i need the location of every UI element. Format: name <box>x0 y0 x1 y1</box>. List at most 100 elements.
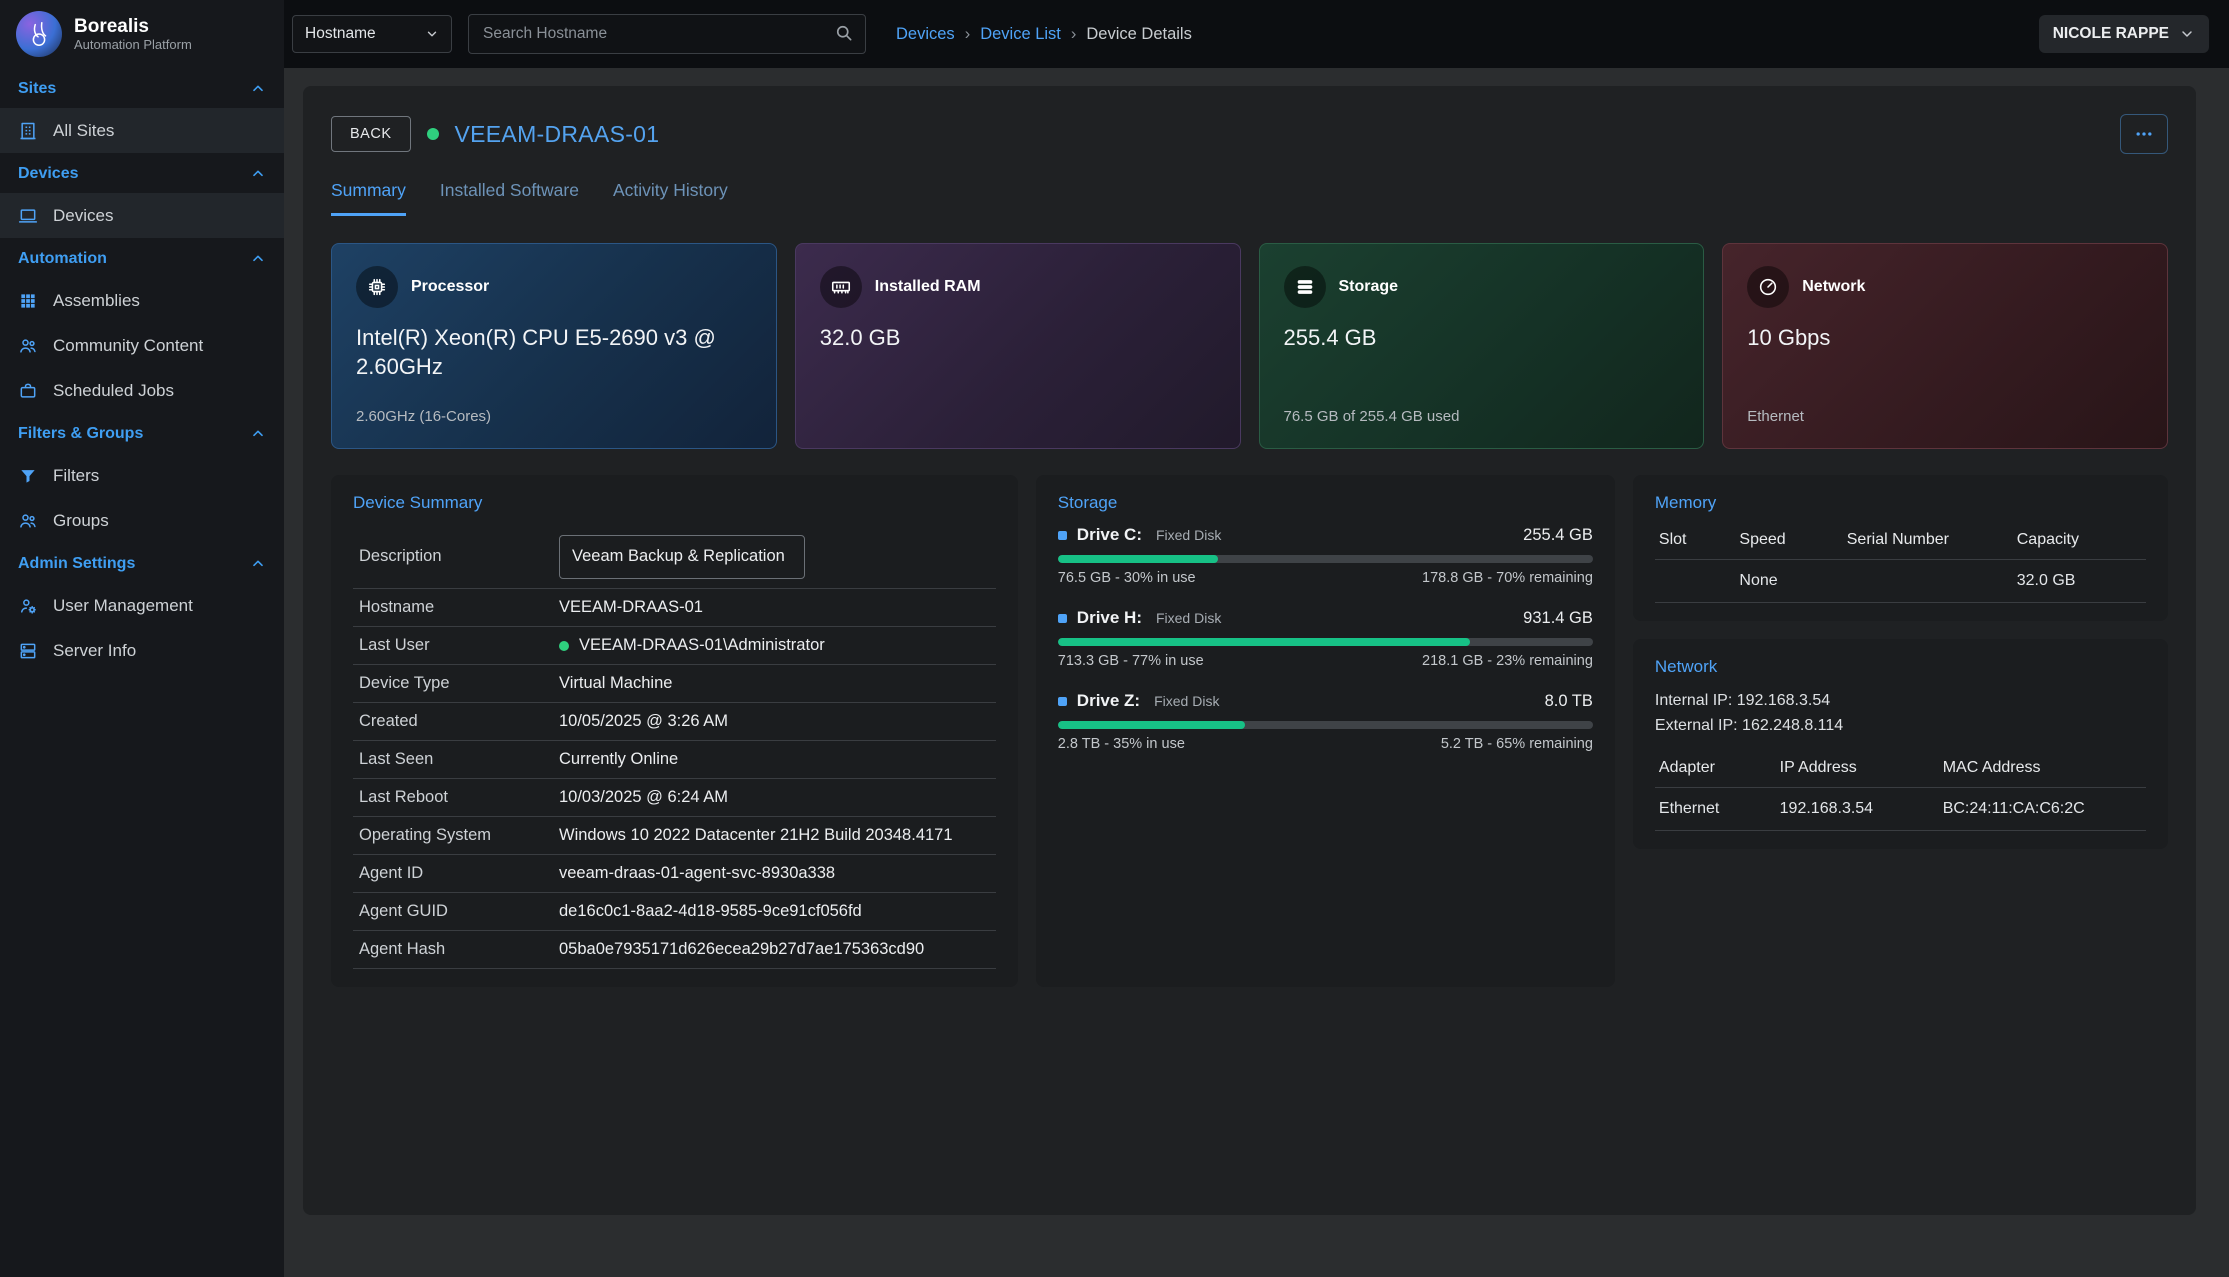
more-actions-button[interactable] <box>2120 114 2168 154</box>
stat-value: 10 Gbps <box>1747 324 2143 353</box>
stat-footer: 2.60GHz (16-Cores) <box>356 408 752 426</box>
stat-footer <box>820 408 1216 426</box>
row-value: 10/03/2025 @ 6:24 AM <box>559 788 728 807</box>
internal-ip: Internal IP: 192.168.3.54 <box>1655 689 2146 714</box>
top-bar: Hostname Devices › Device List › Device … <box>284 0 2229 68</box>
sidebar-item-devices[interactable]: Devices <box>0 193 284 238</box>
stat-title: Storage <box>1339 278 1399 296</box>
chevron-up-icon <box>250 81 266 97</box>
search-icon <box>834 23 854 48</box>
sidebar-item-community-content[interactable]: Community Content <box>0 323 284 368</box>
tab-summary[interactable]: Summary <box>331 180 406 216</box>
section-label: Devices <box>18 165 79 183</box>
chevron-down-icon <box>425 27 439 41</box>
breadcrumb-device-list[interactable]: Device List <box>980 25 1061 44</box>
drive-usage-bar <box>1058 721 1593 729</box>
sidebar-section-sites[interactable]: Sites <box>0 68 284 108</box>
section-label: Admin Settings <box>18 555 135 573</box>
drive-used: 2.8 TB - 35% in use <box>1058 736 1185 752</box>
tab-bar: Summary Installed Software Activity Hist… <box>331 180 2168 217</box>
briefcase-icon <box>18 381 40 401</box>
external-ip: External IP: 162.248.8.114 <box>1655 714 2146 739</box>
tab-installed-software[interactable]: Installed Software <box>440 180 579 216</box>
back-button[interactable]: BACK <box>331 116 411 152</box>
section-label: Filters & Groups <box>18 425 143 443</box>
laptop-icon <box>18 206 40 226</box>
sidebar-section-automation[interactable]: Automation <box>0 238 284 278</box>
summary-row-last-user: Last User VEEAM-DRAAS-01\Administrator <box>353 627 996 665</box>
row-value: Windows 10 2022 Datacenter 21H2 Build 20… <box>559 826 953 845</box>
sidebar-section-filters-groups[interactable]: Filters & Groups <box>0 413 284 453</box>
sidebar-item-assemblies[interactable]: Assemblies <box>0 278 284 323</box>
ram-card: Installed RAM 32.0 GB <box>795 243 1241 449</box>
search-field-select[interactable]: Hostname <box>292 15 452 53</box>
sidebar: Borealis Automation Platform Sites All S… <box>0 0 284 1277</box>
summary-row: Agent Hash 05ba0e7935171d626ecea29b27d7a… <box>353 931 996 969</box>
chevron-up-icon <box>250 556 266 572</box>
row-label: Last Reboot <box>359 788 559 807</box>
row-label: Operating System <box>359 826 559 845</box>
gauge-icon <box>1747 266 1789 308</box>
row-label: Last Seen <box>359 750 559 769</box>
row-value: Currently Online <box>559 750 678 769</box>
panel-title: Device Summary <box>353 493 996 513</box>
stat-cards: Processor Intel(R) Xeon(R) CPU E5-2690 v… <box>331 243 2168 449</box>
drive-type: Fixed Disk <box>1156 610 1221 626</box>
sidebar-section-admin-settings[interactable]: Admin Settings <box>0 543 284 583</box>
row-label: Agent Hash <box>359 940 559 959</box>
sidebar-section-devices[interactable]: Devices <box>0 153 284 193</box>
col-header: Serial Number <box>1847 531 2017 549</box>
sidebar-item-groups[interactable]: Groups <box>0 498 284 543</box>
drive-usage-bar <box>1058 555 1593 563</box>
sidebar-item-label: Devices <box>53 206 113 226</box>
breadcrumb-separator: › <box>1071 25 1077 44</box>
memory-panel: Memory Slot Speed Serial Number Capacity… <box>1633 475 2168 621</box>
breadcrumb-devices[interactable]: Devices <box>896 25 955 44</box>
row-value: VEEAM-DRAAS-01 <box>559 598 703 617</box>
tab-activity-history[interactable]: Activity History <box>613 180 728 216</box>
row-label: Agent ID <box>359 864 559 883</box>
sidebar-item-server-info[interactable]: Server Info <box>0 628 284 673</box>
sidebar-item-user-management[interactable]: User Management <box>0 583 284 628</box>
drive-row-z: Drive Z: Fixed Disk 8.0 TB 2.8 TB - 35% … <box>1058 691 1593 752</box>
drive-used: 713.3 GB - 77% in use <box>1058 653 1204 669</box>
search-field-select-value: Hostname <box>305 25 376 43</box>
drive-remaining: 178.8 GB - 70% remaining <box>1422 570 1593 586</box>
people-icon <box>18 336 40 356</box>
summary-row: Hostname VEEAM-DRAAS-01 <box>353 589 996 627</box>
sidebar-item-scheduled-jobs[interactable]: Scheduled Jobs <box>0 368 284 413</box>
summary-row-description: Description <box>353 525 996 589</box>
cell-adapter: Ethernet <box>1659 800 1780 818</box>
cell-ip: 192.168.3.54 <box>1780 800 1943 818</box>
sidebar-item-all-sites[interactable]: All Sites <box>0 108 284 153</box>
drive-name: Drive H: <box>1077 608 1142 628</box>
drive-remaining: 218.1 GB - 23% remaining <box>1422 653 1593 669</box>
storage-panel: Storage Drive C: Fixed Disk 255.4 GB 76.… <box>1036 475 1615 987</box>
network-card: Network 10 Gbps Ethernet <box>1722 243 2168 449</box>
breadcrumb-device-details: Device Details <box>1086 25 1191 44</box>
drive-usage-bar <box>1058 638 1593 646</box>
drive-type: Fixed Disk <box>1156 527 1221 543</box>
row-label: Created <box>359 712 559 731</box>
sidebar-item-filters[interactable]: Filters <box>0 453 284 498</box>
cpu-icon <box>356 266 398 308</box>
search-input[interactable] <box>468 14 866 54</box>
row-value: de16c0c1-8aa2-4d18-9585-9ce91cf056fd <box>559 902 862 921</box>
borealis-logo <box>16 11 62 57</box>
col-header: MAC Address <box>1943 759 2142 777</box>
col-header: Adapter <box>1659 759 1780 777</box>
sidebar-item-label: User Management <box>53 596 193 616</box>
description-input[interactable] <box>559 535 805 579</box>
cell-mac: BC:24:11:CA:C6:2C <box>1943 800 2142 818</box>
sidebar-item-label: Community Content <box>53 336 203 356</box>
storage-card: Storage 255.4 GB 76.5 GB of 255.4 GB use… <box>1259 243 1705 449</box>
col-header: Slot <box>1659 531 1740 549</box>
people-icon <box>18 511 40 531</box>
row-label: Device Type <box>359 674 559 693</box>
drive-size: 931.4 GB <box>1523 609 1593 628</box>
drive-bullet-icon <box>1058 531 1067 540</box>
stat-title: Processor <box>411 278 489 296</box>
user-menu-button[interactable]: NICOLE RAPPE <box>2039 15 2209 53</box>
drive-used: 76.5 GB - 30% in use <box>1058 570 1196 586</box>
memory-table-header: Slot Speed Serial Number Capacity <box>1655 525 2146 560</box>
